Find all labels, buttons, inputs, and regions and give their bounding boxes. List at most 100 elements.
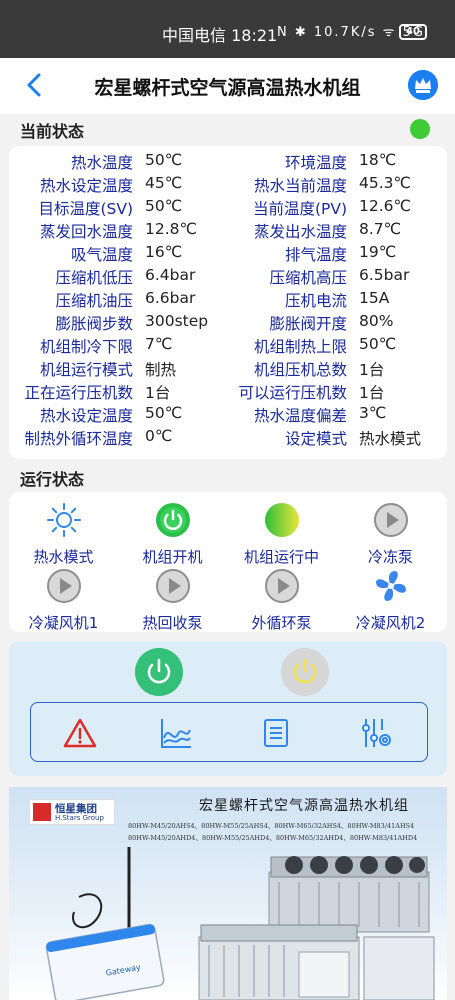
crown-icon[interactable] <box>408 70 438 100</box>
param-value: 50℃ <box>145 151 183 169</box>
status-row: 机组运行模式 制热 机组压机总数 1台 <box>9 358 447 381</box>
param-label: 热水温度 <box>70 154 133 172</box>
param-value: 1台 <box>359 384 385 402</box>
param-label: 设定模式 <box>284 430 347 448</box>
settings-sliders-icon[interactable] <box>359 716 393 750</box>
running-indicator-icon <box>264 503 299 537</box>
param-value: 50℃ <box>145 404 183 422</box>
run-item-chilled-pump: 冷冻泵 <box>336 502 445 567</box>
param-label: 热水设定温度 <box>39 407 133 425</box>
param-value: 300step <box>145 312 209 330</box>
online-status-indicator <box>410 119 430 139</box>
run-item-external-pump: 外循环泵 <box>227 568 336 633</box>
run-item-label: 热回收泵 <box>142 614 203 632</box>
power-on-icon <box>155 503 190 537</box>
param-value: 制热 <box>145 361 177 379</box>
run-item-label: 机组开机 <box>142 548 203 566</box>
sun-icon <box>46 503 81 537</box>
run-item-label: 冷凝风机2 <box>355 614 426 632</box>
product-banner[interactable]: 恒星集团 H.Stars Group 宏星螺杆式空气源高温热水机组 80HW-M… <box>9 787 447 1000</box>
carrier-time: 中国电信 18:21 <box>162 26 278 45</box>
status-row: 机组制冷下限 7℃ 机组制热上限 50℃ <box>9 335 447 358</box>
param-label: 热水设定温度 <box>39 177 133 195</box>
app-bar: 宏星螺杆式空气源高温热水机组 <box>0 58 455 114</box>
param-label: 目标温度(SV) <box>38 200 133 218</box>
run-item-label: 外循环泵 <box>251 614 312 632</box>
curve-chart-icon[interactable] <box>159 716 193 750</box>
param-value: 热水模式 <box>359 430 422 448</box>
param-value: 6.5bar <box>359 266 410 284</box>
param-label: 压缩机高压 <box>269 269 347 287</box>
param-label: 机组制热上限 <box>253 338 347 356</box>
param-label: 机组压机总数 <box>253 361 347 379</box>
param-label: 压机电流 <box>284 292 347 310</box>
param-value: 50℃ <box>145 197 183 215</box>
param-label: 蒸发回水温度 <box>39 223 133 241</box>
param-label: 热水当前温度 <box>253 177 347 195</box>
logo-mark <box>33 803 51 821</box>
status-row: 热水设定温度 50℃ 热水温度偏差 3℃ <box>9 404 447 427</box>
page-title: 宏星螺杆式空气源高温热水机组 <box>94 77 361 99</box>
status-row: 压缩机低压 6.4bar 压缩机高压 6.5bar <box>9 266 447 289</box>
power-on-button[interactable] <box>135 648 183 696</box>
param-label: 当前温度(PV) <box>252 200 347 218</box>
run-item-label: 热水模式 <box>33 548 94 566</box>
param-value: 12.6℃ <box>359 197 411 215</box>
run-item-label: 机组运行中 <box>243 548 319 566</box>
param-label: 正在运行压机数 <box>24 384 133 402</box>
run-item-label: 冷凝风机1 <box>28 614 99 632</box>
param-label: 压缩机油压 <box>55 292 133 310</box>
run-item-label: 冷冻泵 <box>367 548 413 566</box>
run-item-hot-water-mode: 热水模式 <box>9 502 118 567</box>
product-illustration: Gateway <box>45 847 435 1000</box>
param-label: 蒸发出水温度 <box>253 223 347 241</box>
run-item-condenser-fan-2: 冷凝风机2 <box>336 568 445 633</box>
param-label: 吸气温度 <box>70 246 133 264</box>
param-label: 膨胀阀开度 <box>269 315 347 333</box>
param-value: 6.4bar <box>145 266 196 284</box>
param-value: 0℃ <box>145 427 173 445</box>
status-row: 热水设定温度 45℃ 热水当前温度 45.3℃ <box>9 174 447 197</box>
status-row: 压缩机油压 6.6bar 压机电流 15A <box>9 289 447 312</box>
status-row: 膨胀阀步数 300step 膨胀阀开度 80% <box>9 312 447 335</box>
company-logo: 恒星集团 H.Stars Group <box>29 799 115 825</box>
param-value: 1台 <box>359 361 385 379</box>
param-label: 排气温度 <box>284 246 347 264</box>
param-label: 压缩机低压 <box>55 269 133 287</box>
param-value: 15A <box>359 289 390 307</box>
run-status-title: 运行状态 <box>20 470 85 489</box>
banner-title: 宏星螺杆式空气源高温热水机组 <box>199 798 409 814</box>
current-status-card: 热水温度 50℃ 环境温度 18℃ 热水设定温度 45℃ 热水当前温度 45.3… <box>9 146 447 459</box>
status-row: 吸气温度 16℃ 排气温度 19℃ <box>9 243 447 266</box>
param-value: 80% <box>359 312 394 330</box>
param-label: 机组制冷下限 <box>39 338 133 356</box>
battery-icon: 40 <box>399 24 427 40</box>
param-value: 1台 <box>145 384 171 402</box>
status-row: 目标温度(SV) 50℃ 当前温度(PV) 12.6℃ <box>9 197 447 220</box>
param-value: 45℃ <box>145 174 183 192</box>
alarm-icon[interactable] <box>63 716 97 750</box>
status-row: 正在运行压机数 1台 可以运行压机数 1台 <box>9 381 447 404</box>
control-panel <box>9 641 447 776</box>
param-value: 50℃ <box>359 335 397 353</box>
current-status-title: 当前状态 <box>20 122 85 141</box>
status-row: 蒸发回水温度 12.8℃ 蒸发出水温度 8.7℃ <box>9 220 447 243</box>
param-value: 18℃ <box>359 151 397 169</box>
run-item-unit-running: 机组运行中 <box>227 502 336 567</box>
status-row: 制热外循环温度 0℃ 设定模式 热水模式 <box>9 427 447 450</box>
run-item-condenser-fan-1: 冷凝风机1 <box>9 568 118 633</box>
logo-text-en: H.Stars Group <box>55 814 104 822</box>
power-off-button[interactable] <box>281 648 329 696</box>
param-label: 制热外循环温度 <box>24 430 133 448</box>
param-value: 45.3℃ <box>359 174 411 192</box>
play-icon <box>46 569 81 603</box>
param-value: 3℃ <box>359 404 387 422</box>
list-icon[interactable] <box>259 716 293 750</box>
status-row: 热水温度 50℃ 环境温度 18℃ <box>9 151 447 174</box>
param-value: 19℃ <box>359 243 397 261</box>
param-label: 膨胀阀步数 <box>55 315 133 333</box>
run-status-card: 热水模式 机组开机 机组运行中 冷冻泵 冷凝风机1 热回收泵 外循环泵 冷凝风机… <box>9 492 447 632</box>
system-status-bar: 中国电信 18:21 N ✱ 10.7K/s ᯤ 5G 40 <box>0 0 455 58</box>
tool-bar <box>30 702 428 762</box>
param-value: 6.6bar <box>145 289 196 307</box>
